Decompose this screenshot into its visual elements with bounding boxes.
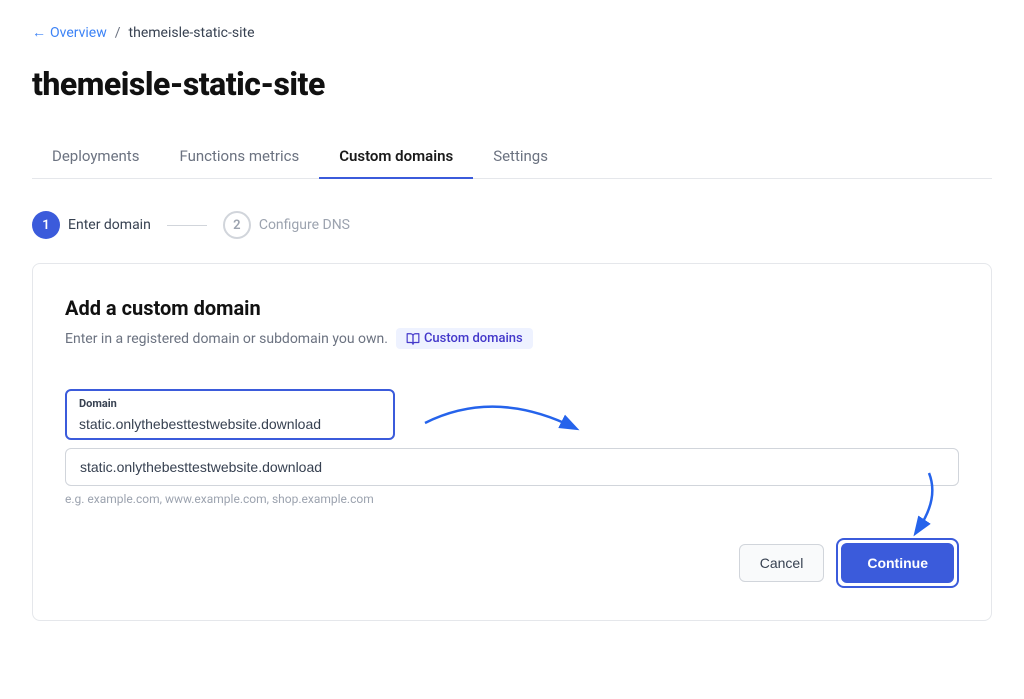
tab-deployments[interactable]: Deployments bbox=[32, 135, 159, 179]
domain-full-input[interactable] bbox=[65, 448, 959, 486]
book-icon bbox=[406, 332, 420, 346]
page-container: ← Overview / themeisle-static-site theme… bbox=[0, 0, 1024, 645]
tab-functions-metrics[interactable]: Functions metrics bbox=[159, 135, 319, 179]
continue-button[interactable]: Continue bbox=[841, 543, 954, 583]
page-title: themeisle-static-site bbox=[32, 65, 992, 103]
step-1-label: Enter domain bbox=[68, 217, 151, 233]
step-2-circle: 2 bbox=[223, 211, 251, 239]
actions-row: Cancel Continue bbox=[65, 538, 959, 588]
tab-settings[interactable]: Settings bbox=[473, 135, 568, 179]
card-title: Add a custom domain bbox=[65, 296, 959, 320]
arrow-to-input-icon bbox=[415, 383, 615, 453]
tab-bar: Deployments Functions metrics Custom dom… bbox=[32, 135, 992, 179]
badge-label: Custom domains bbox=[424, 331, 523, 346]
breadcrumb-separator: / bbox=[115, 25, 121, 41]
cancel-button[interactable]: Cancel bbox=[739, 544, 825, 582]
overview-link-label[interactable]: Overview bbox=[50, 25, 107, 41]
domain-input[interactable] bbox=[75, 414, 385, 434]
back-arrow-icon: ← bbox=[32, 24, 46, 41]
card-subtitle: Enter in a registered domain or subdomai… bbox=[65, 328, 959, 349]
full-input-wrapper bbox=[65, 448, 959, 486]
step-connector bbox=[167, 225, 207, 226]
breadcrumb: ← Overview / themeisle-static-site bbox=[32, 24, 992, 41]
back-link[interactable]: ← Overview bbox=[32, 24, 107, 41]
input-hint: e.g. example.com, www.example.com, shop.… bbox=[65, 492, 959, 506]
breadcrumb-current: themeisle-static-site bbox=[129, 25, 255, 41]
card-subtitle-text: Enter in a registered domain or subdomai… bbox=[65, 331, 388, 347]
continue-wrapper: Continue bbox=[836, 538, 959, 588]
tab-custom-domains[interactable]: Custom domains bbox=[319, 135, 473, 179]
domain-label: Domain bbox=[75, 397, 385, 410]
step-1: 1 Enter domain bbox=[32, 211, 151, 239]
stepper: 1 Enter domain 2 Configure DNS bbox=[32, 211, 992, 239]
step-2: 2 Configure DNS bbox=[223, 211, 350, 239]
step-2-label: Configure DNS bbox=[259, 217, 350, 233]
custom-domains-badge[interactable]: Custom domains bbox=[396, 328, 533, 349]
domain-section: Domain e.g. example.com, www.example.com… bbox=[65, 373, 959, 506]
add-domain-card: Add a custom domain Enter in a registere… bbox=[32, 263, 992, 621]
step-1-circle: 1 bbox=[32, 211, 60, 239]
